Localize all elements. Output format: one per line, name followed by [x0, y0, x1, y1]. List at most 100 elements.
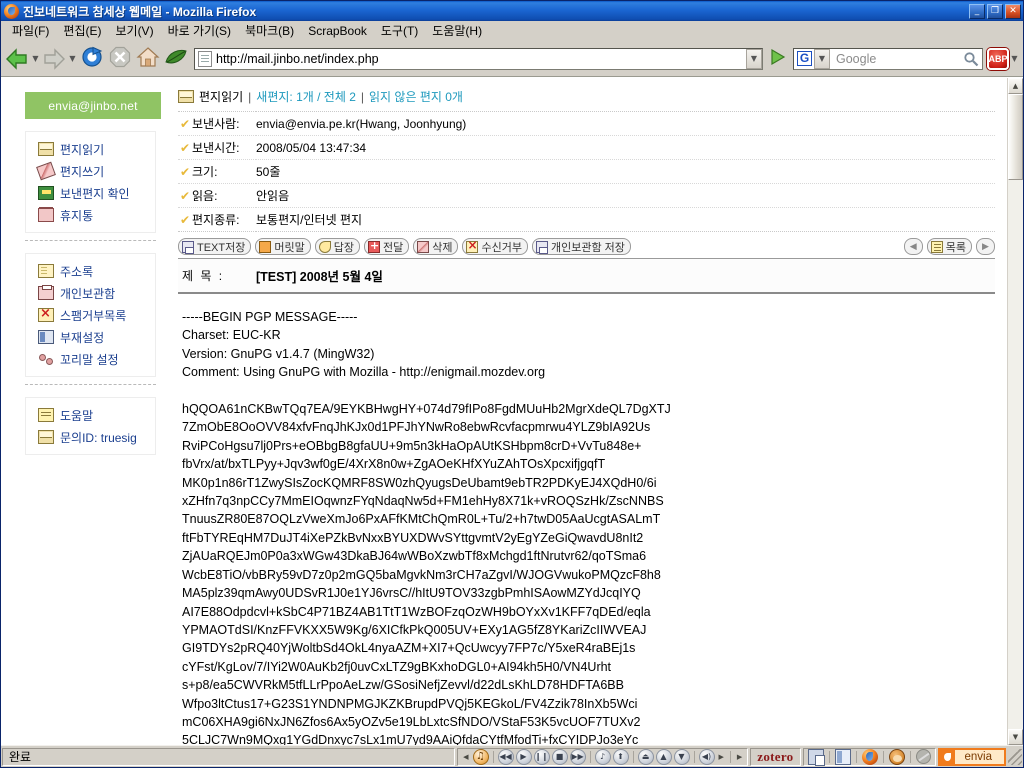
- url-text[interactable]: http://mail.jinbo.net/index.php: [216, 52, 746, 66]
- window-titlebar: 진보네트워크 참세상 웹메일 - Mozilla Firefox _ ❐ ✕: [1, 1, 1023, 21]
- menu-help[interactable]: 도움말(H): [425, 20, 489, 41]
- google-logo-icon[interactable]: G: [797, 51, 812, 66]
- header-label-sender: ✔보낸사람:: [178, 112, 256, 136]
- sidebar-item-sent-mail[interactable]: 보낸편지 확인: [26, 182, 155, 204]
- prev-mail-button[interactable]: ◀: [904, 238, 923, 255]
- reply-button[interactable]: 답장: [315, 238, 360, 255]
- sidebar-item-trash[interactable]: 휴지통: [26, 204, 155, 226]
- taskbar-tab-envia[interactable]: envia: [938, 748, 1007, 766]
- zotero-label[interactable]: zotero: [753, 749, 797, 765]
- subject-value: [TEST] 2008년 5월 4일: [256, 266, 383, 285]
- header-label-type: ✔편지종류:: [178, 208, 256, 232]
- sidebar-item-signature-settings[interactable]: 꼬리말 설정: [26, 348, 155, 370]
- mail-pager: ◀ 목록 ▶: [900, 238, 995, 255]
- back-button[interactable]: ▼: [4, 47, 41, 71]
- note-icon[interactable]: ♪: [595, 749, 611, 765]
- sidebar-item-address-book[interactable]: 주소록: [26, 260, 155, 282]
- adblock-plus-button[interactable]: ABP ▼: [987, 47, 1020, 71]
- music-note-icon[interactable]: ♫: [473, 749, 489, 765]
- check-icon: ✔: [178, 141, 192, 155]
- menu-scrapbook[interactable]: ScrapBook: [301, 22, 374, 40]
- forward-button[interactable]: ▼: [41, 47, 78, 71]
- block-sender-button[interactable]: 수신거부: [462, 238, 527, 255]
- maximize-button[interactable]: ❐: [987, 4, 1003, 19]
- envia-tab-icon: [940, 750, 955, 764]
- menu-edit[interactable]: 편집(E): [56, 20, 108, 41]
- media-more-icon[interactable]: ▶: [719, 753, 724, 761]
- sidebar-item-personal-archive[interactable]: 개인보관함: [26, 282, 155, 304]
- stop-icon: [109, 46, 131, 71]
- menu-file[interactable]: 파일(F): [5, 20, 56, 41]
- header-value-size: 50줄: [256, 160, 995, 184]
- header-icon: [259, 241, 271, 253]
- page-scrollbar[interactable]: ▲ ▼: [1007, 78, 1023, 745]
- go-button[interactable]: [765, 47, 789, 71]
- scrapbook-button[interactable]: [162, 46, 190, 72]
- home-button[interactable]: [134, 46, 162, 72]
- close-button[interactable]: ✕: [1005, 4, 1021, 19]
- search-engine-caret-icon[interactable]: ▼: [814, 49, 830, 69]
- volume-down-icon[interactable]: ▼: [674, 749, 690, 765]
- sidebar-item-label: 휴지통: [60, 207, 93, 224]
- stop-button[interactable]: [106, 46, 134, 72]
- skip-back-icon[interactable]: ◀◀: [498, 749, 514, 765]
- sidebar-item-inquiry-id[interactable]: 문의ID: truesig: [26, 426, 155, 448]
- sidebar-item-read-mail[interactable]: 편지읽기: [26, 138, 155, 160]
- leaf-icon: [164, 47, 188, 70]
- speaker-icon[interactable]: ◀): [699, 749, 715, 765]
- triangle-left-icon[interactable]: ◀: [463, 753, 468, 761]
- forward-button[interactable]: 전달: [364, 238, 409, 255]
- eject-up-icon[interactable]: ⬆: [613, 749, 629, 765]
- view-headers-button[interactable]: 머릿말: [255, 238, 310, 255]
- firefox-icon[interactable]: [862, 749, 878, 765]
- magnifier-icon[interactable]: [960, 49, 982, 69]
- sidebar-divider: [25, 384, 156, 385]
- scrollbar-thumb[interactable]: [1008, 94, 1023, 180]
- zotero-panel[interactable]: zotero: [750, 748, 800, 766]
- button-label: 전달: [383, 239, 403, 255]
- adblock-caret-icon[interactable]: ▼: [1009, 47, 1020, 71]
- monkey-icon[interactable]: [889, 749, 905, 765]
- spam-block-icon: [38, 308, 54, 322]
- sidebar-item-away-settings[interactable]: 부재설정: [26, 326, 155, 348]
- check-icon: ✔: [178, 189, 192, 203]
- save-to-archive-button[interactable]: 개인보관함 저장: [532, 238, 631, 255]
- scroll-up-button[interactable]: ▲: [1008, 78, 1023, 94]
- mail-list-button[interactable]: 목록: [927, 238, 972, 255]
- back-history-caret-icon[interactable]: ▼: [30, 47, 41, 71]
- save-text-button[interactable]: TEXT저장: [178, 238, 251, 255]
- menu-tools[interactable]: 도구(T): [374, 20, 425, 41]
- search-input[interactable]: Google: [830, 52, 960, 66]
- forward-history-caret-icon[interactable]: ▼: [67, 47, 78, 71]
- tray-overflow-icon[interactable]: ▶: [737, 753, 742, 761]
- firefox-window: 진보네트워크 참세상 웹메일 - Mozilla Firefox _ ❐ ✕ 파…: [0, 0, 1024, 768]
- play-icon[interactable]: ▶: [516, 749, 532, 765]
- pause-icon[interactable]: ❙❙: [534, 749, 550, 765]
- menu-bookmarks[interactable]: 북마크(B): [238, 20, 301, 41]
- minimize-button[interactable]: _: [969, 4, 985, 19]
- menu-view[interactable]: 보기(V): [108, 20, 160, 41]
- volume-up-icon[interactable]: ▲: [656, 749, 672, 765]
- search-bar[interactable]: G ▼ Google: [793, 48, 983, 70]
- skip-forward-icon[interactable]: ▶▶: [570, 749, 586, 765]
- resize-grip-icon[interactable]: [1008, 749, 1022, 765]
- url-bar[interactable]: http://mail.jinbo.net/index.php ▼: [194, 48, 763, 70]
- sidebar-panel-icon[interactable]: [835, 749, 851, 765]
- sidebar-item-compose-mail[interactable]: 편지쓰기: [26, 160, 155, 182]
- scrollbar-track[interactable]: [1008, 94, 1023, 729]
- next-mail-button[interactable]: ▶: [976, 238, 995, 255]
- sidebar-item-spam-blocklist[interactable]: 스팸거부목록: [26, 304, 155, 326]
- reload-icon: [81, 46, 103, 71]
- documents-icon[interactable]: [808, 749, 824, 765]
- menu-go[interactable]: 바로 가기(S): [161, 20, 239, 41]
- table-row: ✔크기: 50줄: [178, 160, 995, 184]
- floppy-archive-icon: [536, 241, 548, 253]
- delete-button[interactable]: 삭제: [413, 238, 458, 255]
- reload-button[interactable]: [78, 46, 106, 72]
- disabled-icon[interactable]: [916, 749, 931, 764]
- url-dropdown-icon[interactable]: ▼: [746, 49, 762, 69]
- eject-icon[interactable]: ⏏: [638, 749, 654, 765]
- stop-icon[interactable]: ■: [552, 749, 568, 765]
- sidebar-item-help[interactable]: 도움말: [26, 404, 155, 426]
- scroll-down-button[interactable]: ▼: [1008, 729, 1023, 745]
